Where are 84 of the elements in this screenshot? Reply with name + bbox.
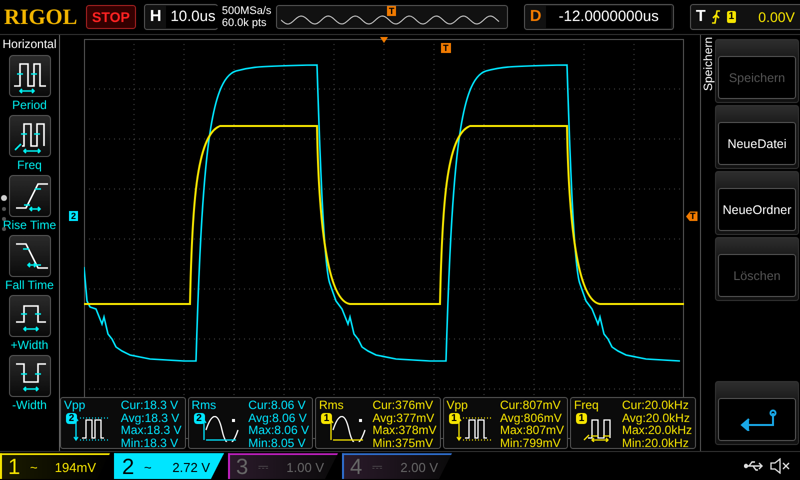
delay-panel[interactable]: D -12.0000000us bbox=[524, 4, 674, 30]
measurement-value: Max:8.06 V bbox=[248, 424, 309, 437]
measure-button[interactable]: +Width bbox=[0, 295, 60, 352]
trigger-label: T bbox=[694, 8, 707, 26]
menu-button[interactable]: NeueOrdner bbox=[715, 171, 799, 236]
channel-number: 2 bbox=[122, 454, 136, 480]
delay-label: D bbox=[528, 8, 542, 26]
measurement-value: Avg:20.0kHz bbox=[622, 412, 690, 424]
source-badge: 2 bbox=[66, 412, 77, 424]
measure-button[interactable]: -Width bbox=[0, 355, 60, 412]
pulse-frequency-icon bbox=[8, 115, 50, 158]
memory-depth: 60.0k pts bbox=[222, 17, 268, 30]
measurement-value: Avg:8.06 V bbox=[248, 412, 308, 424]
timebase-value: 10.0us bbox=[166, 6, 220, 28]
menu-title: Horizontal bbox=[2, 37, 57, 52]
mute-icon bbox=[770, 458, 790, 474]
measure-button[interactable]: Freq bbox=[0, 115, 60, 172]
source-badge: 1 bbox=[576, 412, 587, 424]
measurement-name: Rms bbox=[192, 399, 218, 412]
sine-wave-icon bbox=[327, 416, 367, 442]
channel-scale: 2.72 V bbox=[172, 460, 210, 475]
measurement-name: Vpp bbox=[446, 399, 469, 412]
trigger-position-marker: T bbox=[386, 6, 396, 16]
measure-button[interactable]: Fall Time bbox=[0, 235, 60, 292]
measurement-value: Cur:807mV bbox=[500, 399, 562, 412]
pulse-period-icon bbox=[8, 55, 50, 98]
coupling-symbol: ⎓ bbox=[372, 459, 383, 476]
brand-logo: RIGOL bbox=[4, 4, 78, 30]
trigger-panel[interactable]: T 1 0.00V bbox=[690, 4, 800, 30]
measurement-value: Cur:20.0kHz bbox=[622, 399, 690, 412]
measurement-value: Min:375mV bbox=[372, 436, 434, 450]
measurement-value: Cur:18.3 V bbox=[120, 399, 180, 412]
source-badge: 2 bbox=[194, 412, 204, 424]
measurement-value: Cur:376mV bbox=[372, 399, 434, 412]
trigger-time-marker: T bbox=[441, 43, 450, 54]
measurement-value: Cur:8.06 V bbox=[248, 399, 307, 412]
horizontal-label: H bbox=[148, 8, 162, 26]
coupling-symbol: ~ bbox=[144, 460, 153, 475]
measurement-name: Vpp bbox=[64, 399, 86, 412]
negative-pulse-icon bbox=[8, 355, 50, 398]
timebase-panel[interactable]: H 10.0us bbox=[144, 4, 218, 30]
channel-number: 1 bbox=[8, 454, 22, 480]
source-badge: 1 bbox=[321, 412, 332, 424]
trigger-level-marker: T bbox=[686, 211, 698, 222]
delay-value: -12.0000000us bbox=[546, 6, 671, 28]
menu-tab-title: Speichern bbox=[701, 37, 715, 94]
measurement-value: Avg:806mV bbox=[500, 412, 563, 424]
measure-button[interactable]: Rise Time bbox=[0, 175, 60, 232]
source-badge: 1 bbox=[448, 412, 460, 424]
measurement-value: Min:799mV bbox=[500, 436, 562, 450]
trigger-level-value: 0.00V bbox=[758, 9, 796, 26]
measurement-value: Avg:377mV bbox=[372, 412, 436, 424]
measurement-value: Max:20.0kHz bbox=[622, 424, 692, 437]
coupling-symbol: ⎓ bbox=[258, 459, 269, 476]
triangle-marker-icon bbox=[380, 37, 388, 44]
measurement-name: Freq bbox=[574, 399, 600, 412]
run-status[interactable]: STOP bbox=[86, 5, 136, 30]
measurement-value: Min:20.0kHz bbox=[622, 436, 690, 450]
channel-number: 3 bbox=[236, 454, 250, 480]
measurement-value: Max:378mV bbox=[372, 424, 436, 437]
rising-edge-icon bbox=[710, 10, 721, 24]
measurement-value: Min:18.3 V bbox=[120, 436, 180, 450]
channel-scale: 2.00 V bbox=[400, 460, 438, 475]
measurement-value: Avg:18.3 V bbox=[120, 412, 180, 424]
measure-button[interactable]: Period bbox=[0, 55, 60, 112]
back-button[interactable] bbox=[715, 381, 799, 446]
channel-tab[interactable]: 1 ~ 194mV bbox=[0, 453, 110, 480]
sample-rate: 500MSa/s bbox=[222, 5, 272, 18]
falling-edge-icon bbox=[8, 235, 50, 278]
usb-icon bbox=[744, 460, 764, 472]
channel-scale: 194mV bbox=[54, 460, 96, 475]
channel-scale: 1.00 V bbox=[286, 460, 324, 475]
channel-offset-marker: 2 bbox=[69, 211, 78, 222]
measurement-value: Max:18.3 V bbox=[120, 424, 182, 437]
rising-edge-icon bbox=[8, 175, 50, 218]
positive-pulse-icon bbox=[8, 295, 50, 338]
measurement-name: Rms bbox=[319, 399, 345, 412]
channel-tab[interactable]: 2 ~ 2.72 V bbox=[114, 453, 224, 480]
menu-button[interactable]: NeueDatei bbox=[715, 105, 799, 170]
coupling-symbol: ~ bbox=[30, 460, 39, 475]
measurement-value: Min:8.05 V bbox=[248, 436, 307, 450]
measurement-value: Max:807mV bbox=[500, 424, 564, 437]
channel-number: 4 bbox=[350, 454, 364, 480]
trigger-source-badge: 1 bbox=[726, 11, 736, 24]
